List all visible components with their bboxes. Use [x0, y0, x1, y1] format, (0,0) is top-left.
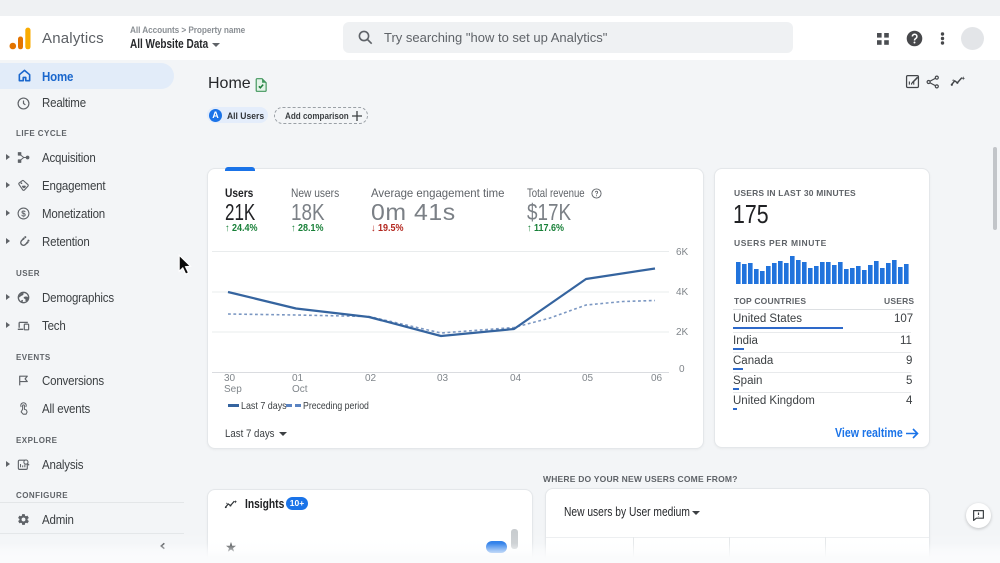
svg-text:02: 02	[365, 373, 377, 384]
svg-text:03: 03	[437, 373, 449, 384]
svg-text:$: $	[21, 209, 26, 218]
svg-text:01: 01	[292, 373, 304, 384]
svg-text:6K: 6K	[676, 247, 689, 258]
svg-text:30: 30	[224, 373, 236, 384]
svg-text:Sep: Sep	[224, 384, 242, 395]
svg-text:05: 05	[582, 373, 594, 384]
svg-text:2K: 2K	[676, 327, 689, 338]
svg-text:04: 04	[510, 373, 522, 384]
svg-text:Oct: Oct	[292, 384, 308, 395]
svg-text:4K: 4K	[676, 287, 689, 298]
svg-text:0: 0	[679, 364, 685, 375]
svg-text:06: 06	[651, 373, 663, 384]
